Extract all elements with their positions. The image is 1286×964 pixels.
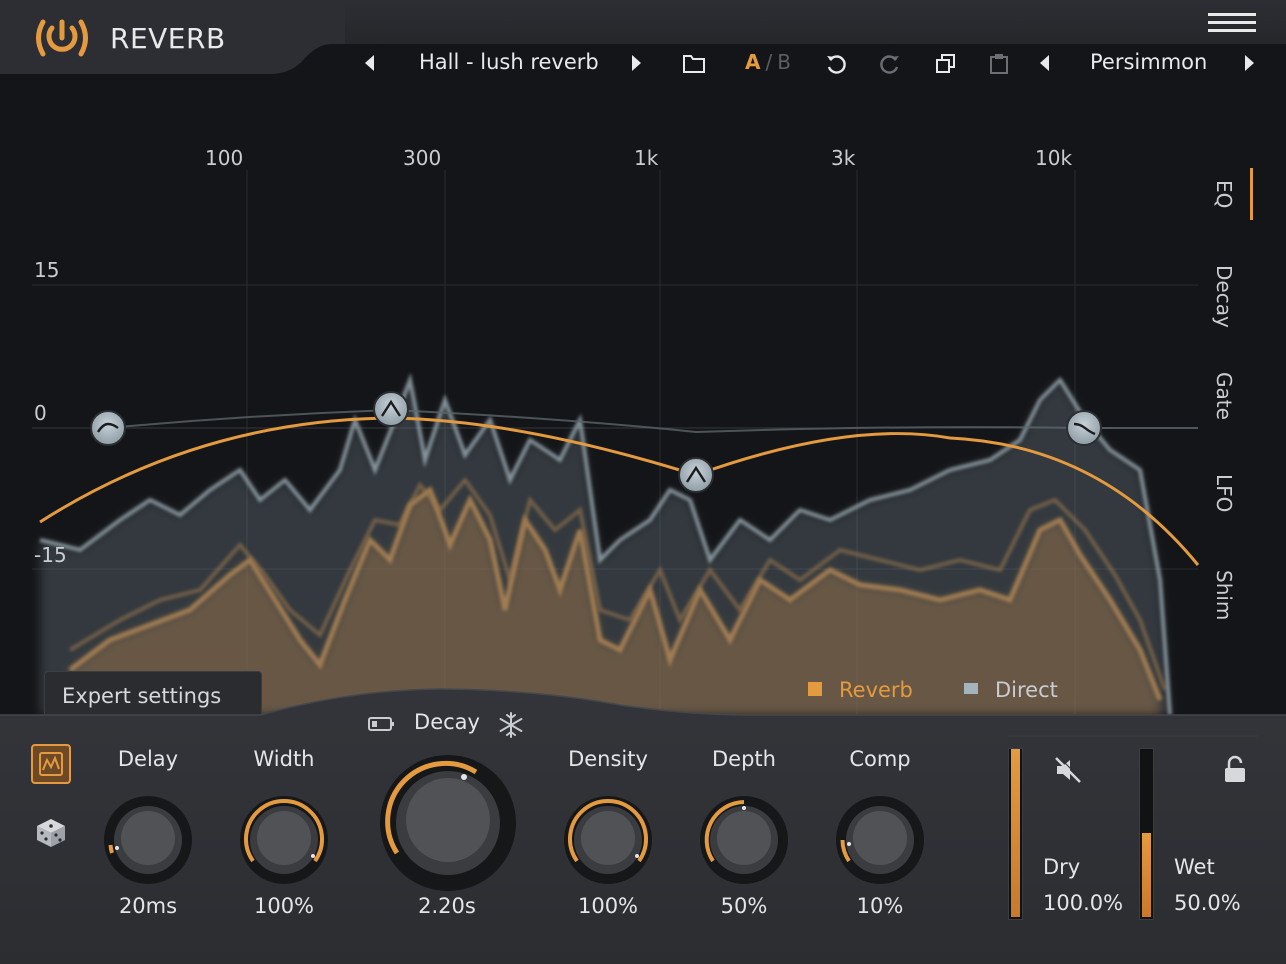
preset-prev-icon[interactable] [362, 53, 378, 73]
direct-spectrum [39, 372, 1172, 716]
freq-label-3k: 3k [831, 146, 856, 170]
tab-eq[interactable]: EQ [1212, 180, 1236, 208]
eq-graph[interactable] [0, 82, 1286, 722]
preset-next-icon[interactable] [628, 53, 644, 73]
tab-gate[interactable]: Gate [1212, 372, 1236, 420]
power-logo-icon[interactable] [30, 14, 94, 62]
freq-label-1k: 1k [634, 146, 659, 170]
copy-icon[interactable] [934, 52, 958, 76]
depth-value[interactable]: 50% [674, 894, 814, 918]
dry-slider[interactable] [1008, 748, 1023, 920]
wet-slider-fill [1142, 833, 1151, 917]
freq-label-100: 100 [205, 146, 244, 170]
folder-icon[interactable] [682, 52, 706, 74]
db-label-15: 15 [34, 258, 60, 282]
width-value[interactable]: 100% [214, 894, 354, 918]
depth-knob[interactable] [699, 795, 789, 885]
delay-value[interactable]: 20ms [78, 894, 218, 918]
theme-next-icon[interactable] [1241, 53, 1257, 73]
decay-label: Decay [414, 710, 480, 734]
width-knob[interactable] [239, 795, 329, 885]
preset-name[interactable]: Hall - lush reverb [419, 50, 599, 74]
unlock-icon[interactable] [1221, 754, 1249, 786]
wet-value[interactable]: 50.0% [1174, 891, 1241, 915]
ab-compare[interactable]: A / B [745, 50, 791, 74]
density-knob[interactable] [563, 795, 653, 885]
density-value[interactable]: 100% [538, 894, 678, 918]
ab-separator: / [765, 50, 773, 74]
dry-slider-fill [1011, 749, 1020, 917]
eq-node-bell-1[interactable] [373, 391, 409, 427]
density-label: Density [568, 747, 648, 771]
tab-lfo[interactable]: LFO [1212, 474, 1236, 512]
delay-knob[interactable] [103, 795, 193, 885]
tab-shim[interactable]: Shim [1212, 570, 1236, 620]
eq-node-bell-2[interactable] [678, 457, 714, 493]
wet-label: Wet [1174, 855, 1215, 879]
db-label-0: 0 [34, 401, 47, 425]
spectrum-icon [39, 752, 63, 776]
dry-value[interactable]: 100.0% [1043, 891, 1123, 915]
comp-label: Comp [849, 747, 911, 771]
app-title: REVERB [110, 22, 226, 55]
freq-label-10k: 10k [1035, 146, 1073, 170]
eq-node-highshelf[interactable] [1066, 410, 1102, 446]
comp-knob[interactable] [835, 795, 925, 885]
paste-icon[interactable] [988, 52, 1010, 76]
dry-label: Dry [1043, 855, 1081, 879]
theme-name[interactable]: Persimmon [1090, 50, 1207, 74]
decay-value[interactable]: 2.20s [377, 894, 517, 918]
hamburger-menu-icon[interactable] [1208, 12, 1258, 34]
snowflake-freeze-icon[interactable] [497, 711, 525, 739]
dice-randomize-icon[interactable] [34, 816, 68, 850]
mute-dry-icon[interactable] [1052, 754, 1084, 786]
eq-node-lowshelf[interactable] [90, 410, 126, 446]
undo-icon[interactable] [824, 52, 848, 76]
comp-value[interactable]: 10% [810, 894, 950, 918]
decay-knob[interactable] [378, 753, 518, 893]
ab-a-button[interactable]: A [745, 50, 760, 74]
delay-label: Delay [117, 747, 179, 771]
wet-slider[interactable] [1139, 748, 1154, 920]
redo-icon[interactable] [878, 52, 902, 76]
depth-label: Depth [712, 747, 776, 771]
tab-eq-indicator [1250, 168, 1253, 220]
tab-decay[interactable]: Decay [1212, 265, 1236, 328]
spectrum-toggle-button[interactable] [31, 744, 71, 784]
ab-b-button[interactable]: B [777, 50, 791, 74]
freq-label-300: 300 [403, 146, 442, 170]
theme-prev-icon[interactable] [1037, 53, 1053, 73]
db-label-minus15: -15 [34, 543, 67, 567]
width-label: Width [253, 747, 315, 771]
